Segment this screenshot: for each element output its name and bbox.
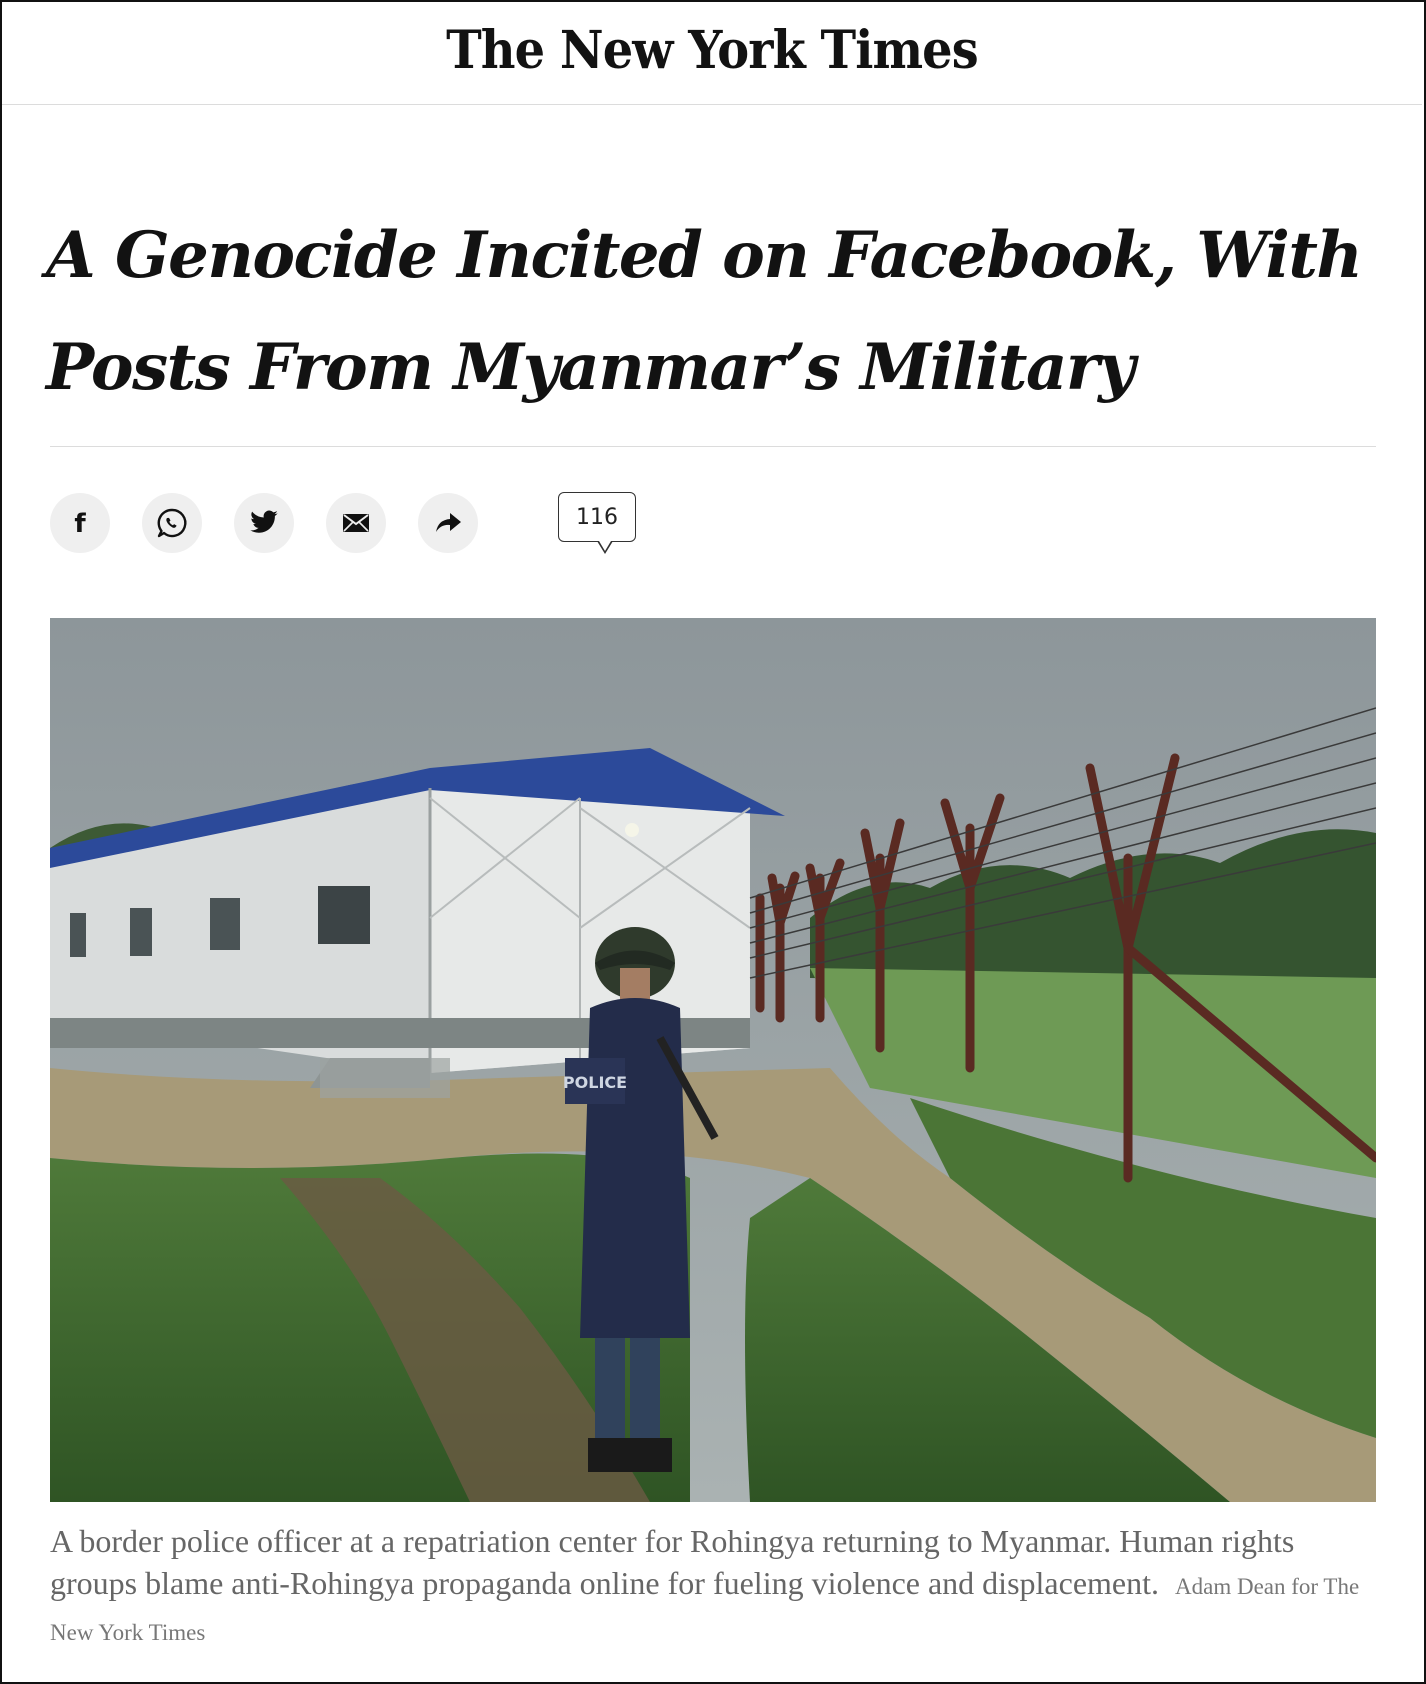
facebook-icon: f: [74, 509, 86, 537]
share-arrow-icon: [436, 513, 461, 532]
email-share-button[interactable]: [326, 493, 386, 553]
comment-count: 116: [576, 504, 618, 530]
article-headline: A Genocide Incited on Facebook, With Pos…: [46, 218, 1363, 405]
caption-text: A border police officer at a repatriatio…: [50, 1523, 1295, 1601]
more-share-button[interactable]: [418, 493, 478, 553]
whatsapp-share-button[interactable]: [142, 493, 202, 553]
nyt-logo[interactable]: The New York Times: [446, 20, 979, 81]
facebook-share-button[interactable]: f: [50, 493, 110, 553]
twitter-icon: [250, 510, 278, 533]
comments-button[interactable]: 116: [558, 492, 636, 554]
email-icon: [343, 514, 369, 532]
photo-caption: A border police officer at a repatriatio…: [50, 1520, 1376, 1654]
vest-text: POLICE: [563, 1073, 627, 1092]
lead-photo: POLICE: [50, 618, 1376, 1502]
headline-divider: [50, 446, 1376, 447]
svg-text:f: f: [74, 509, 86, 537]
masthead: The New York Times: [2, 2, 1422, 105]
twitter-share-button[interactable]: [234, 493, 294, 553]
photo-illustration: POLICE: [50, 618, 1376, 1502]
whatsapp-icon: [157, 508, 187, 538]
